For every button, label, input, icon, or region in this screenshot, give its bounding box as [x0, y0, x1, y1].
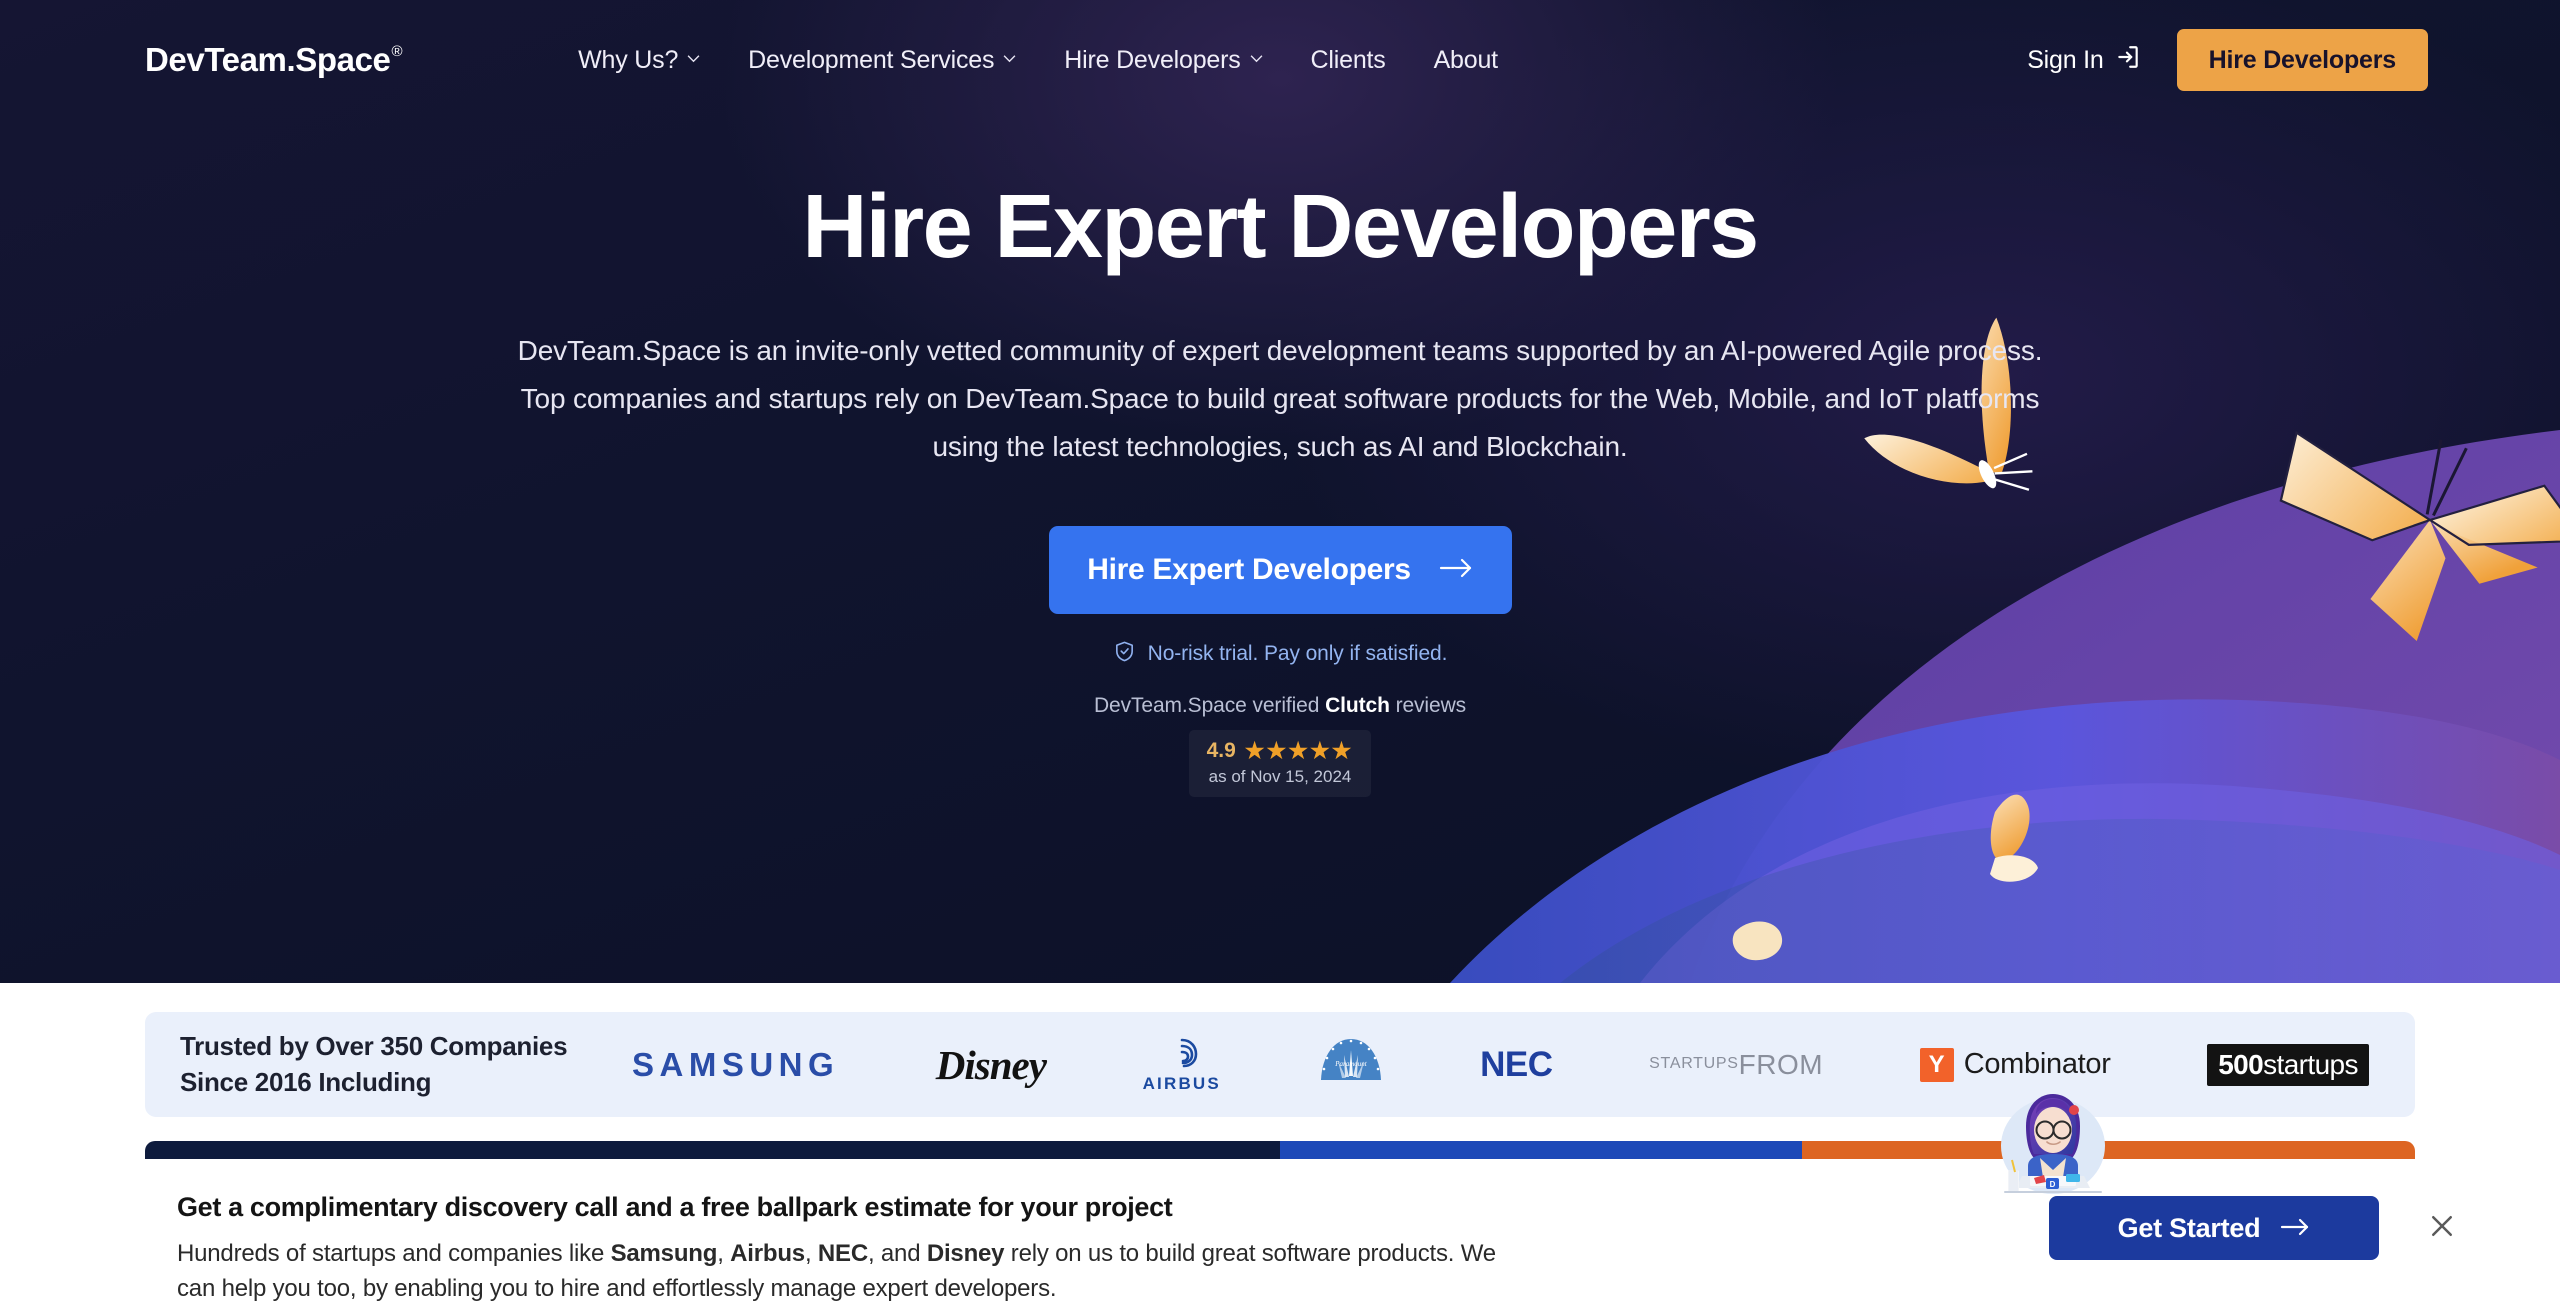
samsung-logo: SAMSUNG — [632, 1046, 839, 1084]
trusted-line-2: Since 2016 Including — [180, 1066, 432, 1097]
banner-body: Hundreds of startups and companies like … — [177, 1237, 1497, 1303]
y-combinator-mark: Y — [1919, 1047, 1954, 1082]
airbus-logo: AIRBUS — [1143, 1036, 1221, 1094]
banner-brand-airbus: Airbus — [730, 1240, 805, 1267]
airbus-mark-icon — [1180, 1038, 1198, 1067]
airbus-logo-text: AIRBUS — [1142, 1073, 1221, 1093]
hire-expert-developers-button[interactable]: Hire Expert Developers — [1048, 525, 1512, 614]
clutch-prefix: DevTeam.Space verified — [1093, 693, 1326, 717]
get-started-label: Get Started — [2117, 1212, 2261, 1243]
logo-text: DevTeam.Space — [145, 41, 391, 78]
bottom-promo-banner: Get a complimentary discovery call and a… — [0, 1141, 2560, 1303]
nav-label: Hire Developers — [1064, 45, 1241, 74]
nec-logo: NEC — [1480, 1044, 1553, 1085]
banner-brand-samsung: Samsung — [610, 1240, 718, 1267]
sign-in-link[interactable]: Sign In — [2027, 44, 2140, 77]
clutch-reviews-line: DevTeam.Space verified Clutch reviews — [0, 694, 2560, 718]
nav-actions: Sign In Hire Developers — [2027, 29, 2428, 91]
chevron-down-icon — [1250, 52, 1263, 65]
banner-body-part-3: , — [804, 1240, 818, 1267]
500startups-logo: 500startups — [2207, 1043, 2369, 1086]
disney-logo: Disney — [935, 1041, 1047, 1089]
developer-avatar-illustration: D — [2001, 1094, 2105, 1194]
logo-registered-mark: ® — [391, 43, 403, 60]
trusted-line-1: Trusted by Over 350 Companies — [180, 1031, 568, 1062]
hero-section: DevTeam.Space ® Why Us? Development Servi… — [0, 0, 2560, 983]
page-title: Hire Expert Developers — [802, 177, 1759, 277]
nec-logo-text: NEC — [1480, 1044, 1553, 1084]
banner-heading: Get a complimentary discovery call and a… — [177, 1192, 1173, 1222]
hero-subtitle: DevTeam.Space is an invite-only vetted c… — [517, 334, 2043, 462]
banner-copy: Get a complimentary discovery call and a… — [177, 1192, 2049, 1303]
startups-from-line1: STARTUPS — [1649, 1055, 1739, 1073]
get-started-button[interactable]: Get Started — [2049, 1196, 2379, 1260]
disney-logo-text: Disney — [935, 1041, 1047, 1088]
close-icon — [2432, 1216, 2452, 1236]
no-risk-trial-note: No-risk trial. Pay only if satisfied. — [0, 640, 2560, 669]
banner-body-part-4: , and — [867, 1240, 927, 1267]
trusted-by-section: Trusted by Over 350 Companies Since 2016… — [0, 983, 2560, 1117]
banner-bar-navy — [145, 1141, 1280, 1159]
startups-from-logo: STARTUPS FROM — [1649, 1050, 1823, 1079]
500startups-text: 500startups — [2207, 1043, 2369, 1086]
rating-row: 4.9 ★★★★★ — [1189, 738, 1371, 764]
nav-item-development-services[interactable]: Development Services — [748, 46, 1016, 75]
site-logo[interactable]: DevTeam.Space ® — [145, 41, 403, 79]
500startups-thin: startups — [2263, 1048, 2358, 1080]
nav-label: Development Services — [748, 45, 995, 74]
nav-item-hire-developers[interactable]: Hire Developers — [1064, 46, 1262, 75]
arrow-right-icon — [1439, 553, 1473, 587]
nav-label: Why Us? — [578, 45, 679, 74]
trusted-by-headline: Trusted by Over 350 Companies Since 2016… — [180, 1029, 610, 1100]
no-risk-text: No-risk trial. Pay only if satisfied. — [1147, 642, 1448, 666]
banner-bar-blue — [1280, 1141, 1803, 1159]
nav-label: About — [1433, 45, 1499, 74]
nav-item-about[interactable]: About — [1433, 45, 1499, 75]
500startups-bold: 500 — [2218, 1048, 2264, 1080]
login-arrow-icon — [2115, 44, 2141, 77]
close-banner-button[interactable] — [2421, 1205, 2463, 1247]
rating-stars: ★★★★★ — [1244, 737, 1354, 763]
banner-brand-nec: NEC — [817, 1240, 868, 1267]
client-logos-row: SAMSUNG Disney AIRBUS Paramount NEC STAR… — [610, 1036, 2379, 1094]
y-combinator-logo: Y Combinator — [1919, 1047, 2111, 1082]
rating-badge[interactable]: 4.9 ★★★★★ as of Nov 15, 2024 — [1189, 729, 1371, 797]
cta-label: Hire Expert Developers — [1087, 552, 1411, 586]
paramount-mark-icon: Paramount — [1320, 1038, 1381, 1080]
paramount-logo: Paramount — [1318, 1036, 1384, 1094]
banner-body-part-1: Hundreds of startups and companies like — [177, 1240, 611, 1267]
svg-text:D: D — [2050, 1180, 2056, 1189]
rating-date: as of Nov 15, 2024 — [1208, 766, 1352, 786]
hero-cta-wrapper: Hire Expert Developers — [0, 525, 2560, 614]
startups-from-line2: FROM — [1738, 1048, 1824, 1080]
nav-links: Why Us? Development Services Hire Develo… — [578, 46, 1498, 75]
samsung-logo-text: SAMSUNG — [632, 1045, 840, 1083]
rating-value: 4.9 — [1206, 738, 1236, 762]
arrow-right-icon — [2280, 1213, 2310, 1244]
clutch-brand: Clutch — [1325, 693, 1390, 717]
top-navigation-bar: DevTeam.Space ® Why Us? Development Servi… — [0, 0, 2560, 120]
header-hire-developers-button[interactable]: Hire Developers — [2176, 29, 2428, 91]
svg-text:Paramount: Paramount — [1334, 1060, 1368, 1068]
banner-body-part-2: , — [717, 1240, 731, 1267]
nav-item-why-us[interactable]: Why Us? — [578, 46, 700, 75]
chevron-down-icon — [687, 52, 700, 65]
shield-check-icon — [1113, 640, 1136, 669]
nav-item-clients[interactable]: Clients — [1311, 46, 1386, 75]
hero-content: Hire Expert Developers DevTeam.Space is … — [0, 120, 2560, 797]
y-combinator-text: Combinator — [1963, 1048, 2111, 1080]
clutch-suffix: reviews — [1389, 693, 1467, 717]
chevron-down-icon — [1003, 52, 1016, 65]
sign-in-label: Sign In — [2027, 45, 2104, 74]
banner-brand-disney: Disney — [926, 1240, 1005, 1267]
nav-label: Clients — [1310, 45, 1386, 74]
